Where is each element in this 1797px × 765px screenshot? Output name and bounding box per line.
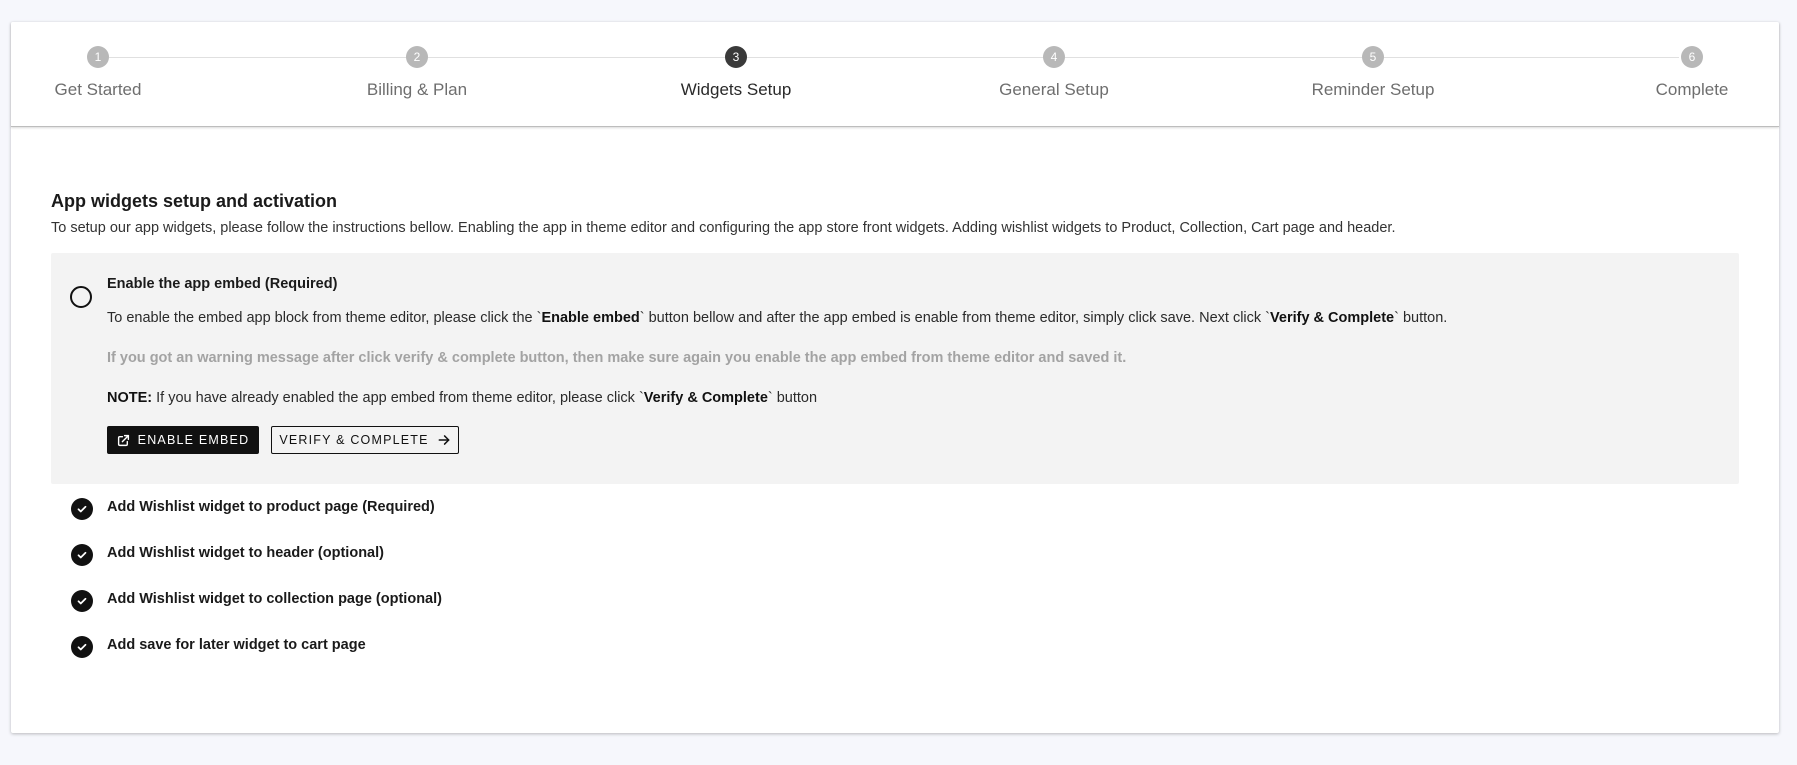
step-label: Get Started — [54, 80, 142, 99]
verify-complete-button[interactable]: VERIFY & COMPLETE — [271, 426, 459, 454]
step-number: 2 — [406, 46, 428, 68]
step-reminder-setup[interactable]: 5 Reminder Setup — [1273, 46, 1473, 100]
step-widgets-setup[interactable]: 3 Widgets Setup — [636, 46, 836, 100]
instruction-text: ` button bellow and after the app embed … — [639, 310, 1271, 326]
step-label: General Setup — [999, 80, 1109, 99]
step-general-setup[interactable]: 4 General Setup — [954, 46, 1154, 100]
step-get-started[interactable]: 1 Get Started — [0, 46, 198, 100]
embed-task-panel: Enable the app embed (Required) To enabl… — [51, 253, 1739, 484]
step-number: 5 — [1362, 46, 1384, 68]
instruction-text: To enable the embed app block from theme… — [107, 310, 542, 326]
step-label: Reminder Setup — [1311, 80, 1435, 99]
embed-instruction: To enable the embed app block from theme… — [107, 310, 1447, 326]
task-item-cart-page[interactable]: Add save for later widget to cart page — [107, 637, 366, 653]
step-number: 6 — [1681, 46, 1703, 68]
check-circle-icon — [71, 636, 93, 658]
instruction-emphasis: Verify & Complete — [1270, 310, 1395, 326]
setup-card: 1 Get Started 2 Billing & Plan 3 Widgets… — [11, 22, 1779, 733]
stepper: 1 Get Started 2 Billing & Plan 3 Widgets… — [11, 22, 1779, 127]
task-item-product-page[interactable]: Add Wishlist widget to product page (Req… — [107, 499, 435, 515]
step-label: Widgets Setup — [680, 80, 792, 99]
step-complete[interactable]: 6 Complete — [1592, 46, 1792, 100]
step-number: 3 — [725, 46, 747, 68]
arrow-right-icon — [438, 435, 450, 445]
step-billing-plan[interactable]: 2 Billing & Plan — [317, 46, 517, 100]
task-item-collection-page[interactable]: Add Wishlist widget to collection page (… — [107, 591, 442, 607]
note-text: ` button — [767, 390, 818, 406]
note-label: NOTE: — [107, 390, 153, 406]
check-circle-icon — [71, 544, 93, 566]
instruction-emphasis: Enable embed — [541, 310, 640, 326]
note-text: If you have already enabled the app embe… — [152, 390, 644, 406]
note-emphasis: Verify & Complete — [643, 390, 768, 406]
check-circle-icon — [71, 498, 93, 520]
section-description: To setup our app widgets, please follow … — [51, 220, 1396, 236]
embed-note: NOTE: If you have already enabled the ap… — [107, 390, 817, 406]
verify-complete-label: VERIFY & COMPLETE — [279, 433, 429, 447]
radio-unchecked-icon[interactable] — [70, 286, 92, 308]
task-item-header[interactable]: Add Wishlist widget to header (optional) — [107, 545, 384, 561]
step-number: 4 — [1043, 46, 1065, 68]
section-title: App widgets setup and activation — [51, 191, 338, 211]
step-label: Complete — [1655, 80, 1729, 99]
embed-warning: If you got an warning message after clic… — [107, 350, 1127, 366]
instruction-text: ` button. — [1394, 310, 1448, 326]
enable-embed-button[interactable]: ENABLE EMBED — [107, 426, 259, 454]
enable-embed-label: ENABLE EMBED — [137, 433, 250, 447]
embed-task-title: Enable the app embed (Required) — [107, 276, 338, 292]
step-label: Billing & Plan — [366, 80, 468, 99]
external-link-icon — [117, 434, 129, 446]
check-circle-icon — [71, 590, 93, 612]
step-number: 1 — [87, 46, 109, 68]
